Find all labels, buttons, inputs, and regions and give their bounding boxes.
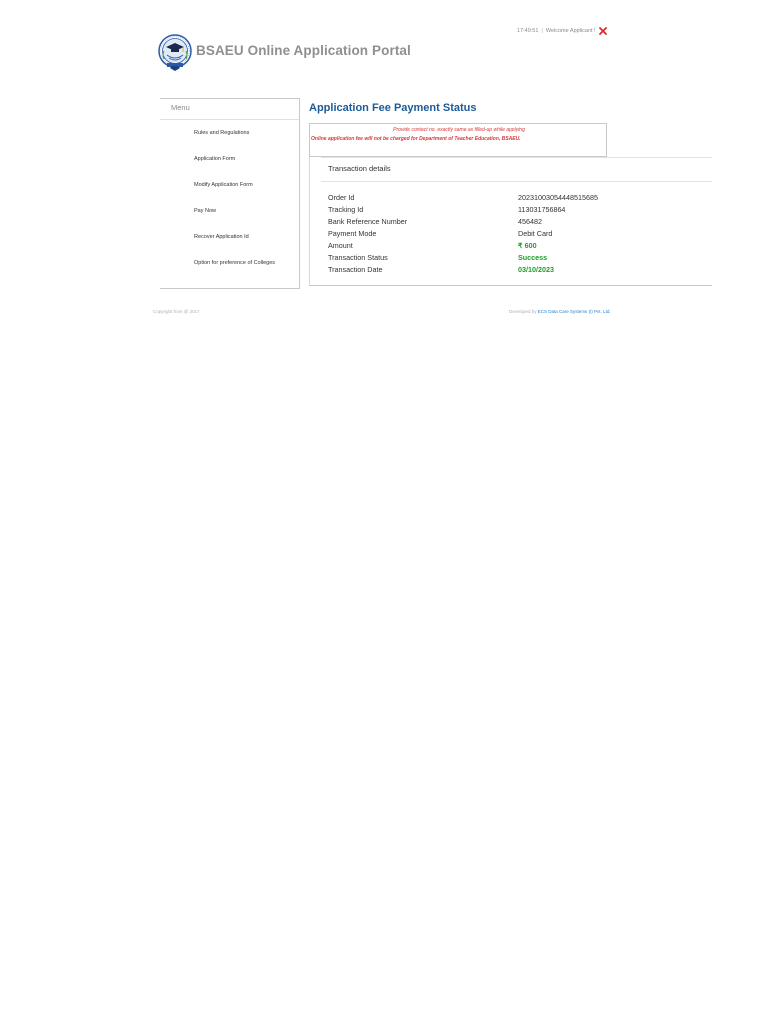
transaction-row: Tracking Id 113031756864 bbox=[328, 204, 708, 216]
menu-item-application-form[interactable]: Application Form bbox=[160, 146, 299, 172]
row-label: Bank Reference Number bbox=[328, 217, 408, 226]
transaction-date-value: 03/10/2023 bbox=[518, 265, 554, 274]
transaction-row: Transaction Status Success bbox=[328, 252, 708, 264]
menu-item-modify-application-form[interactable]: Modify Application Form bbox=[160, 172, 299, 198]
fee-notice: Online application fee will not be charg… bbox=[311, 136, 521, 142]
row-label: Payment Mode bbox=[328, 229, 377, 238]
transaction-row: Bank Reference Number 456482 bbox=[328, 216, 708, 228]
menu-item-rules-and-regulations[interactable]: Rules and Regulations bbox=[160, 120, 299, 146]
row-label: Transaction Status bbox=[328, 253, 388, 262]
separator: | bbox=[541, 28, 543, 34]
row-label: Tracking Id bbox=[328, 205, 364, 214]
transaction-row: Payment Mode Debit Card bbox=[328, 228, 708, 240]
row-label: Order Id bbox=[328, 193, 355, 202]
divider bbox=[321, 157, 712, 158]
copyright-text: Copyright from @ 2017 bbox=[153, 309, 200, 314]
row-label: Amount bbox=[328, 241, 353, 250]
bank-reference-value: 456482 bbox=[518, 217, 542, 226]
transaction-heading: Transaction details bbox=[328, 164, 391, 173]
transaction-status-value: Success bbox=[518, 253, 548, 262]
top-bar: 17:49:51 | Welcome Applicant ! bbox=[517, 27, 607, 35]
close-icon[interactable] bbox=[598, 27, 607, 35]
payment-mode-value: Debit Card bbox=[518, 229, 553, 238]
page: 17:49:51 | Welcome Applicant ! BSAEU Onl… bbox=[0, 0, 768, 1024]
university-seal-icon[interactable] bbox=[156, 33, 194, 73]
transaction-row: Order Id 20231003054448515685 bbox=[328, 192, 708, 204]
transaction-details-list: Order Id 20231003054448515685 Tracking I… bbox=[328, 192, 708, 276]
menu-item-college-preference[interactable]: Option for preference of Colleges bbox=[160, 250, 299, 276]
page-title: Application Fee Payment Status bbox=[309, 102, 477, 114]
sidebar-menu: Menu Rules and Regulations Application F… bbox=[160, 98, 300, 289]
order-id-value: 20231003054448515685 bbox=[518, 193, 598, 202]
portal-title: BSAEU Online Application Portal bbox=[196, 42, 411, 58]
transaction-row: Amount ₹ 600 bbox=[328, 240, 708, 252]
notice-box: Provide contact no. exactly same as fill… bbox=[309, 123, 607, 157]
developed-by-text: Developed by bbox=[509, 309, 537, 314]
developer-credit: Developed by ECS Data Care Systems (I) P… bbox=[509, 309, 611, 314]
menu-item-pay-now[interactable]: Pay Now bbox=[160, 198, 299, 224]
menu-heading: Menu bbox=[160, 99, 299, 120]
contact-notice: Provide contact no. exactly same as fill… bbox=[393, 127, 525, 133]
transaction-row: Transaction Date 03/10/2023 bbox=[328, 264, 708, 276]
transaction-panel: Transaction details Order Id 20231003054… bbox=[309, 157, 712, 286]
welcome-text: Welcome Applicant ! bbox=[545, 28, 596, 34]
row-label: Transaction Date bbox=[328, 265, 383, 274]
tracking-id-value: 113031756864 bbox=[518, 205, 566, 214]
amount-value: ₹ 600 bbox=[518, 241, 537, 250]
developer-link[interactable]: ECS Data Care Systems (I) Pvt. Ltd. bbox=[538, 309, 611, 314]
divider bbox=[321, 181, 712, 182]
brand-header: BSAEU Online Application Portal bbox=[156, 33, 411, 73]
menu-item-recover-application-id[interactable]: Recover Application Id bbox=[160, 224, 299, 250]
current-time: 17:49:51 bbox=[517, 28, 539, 34]
